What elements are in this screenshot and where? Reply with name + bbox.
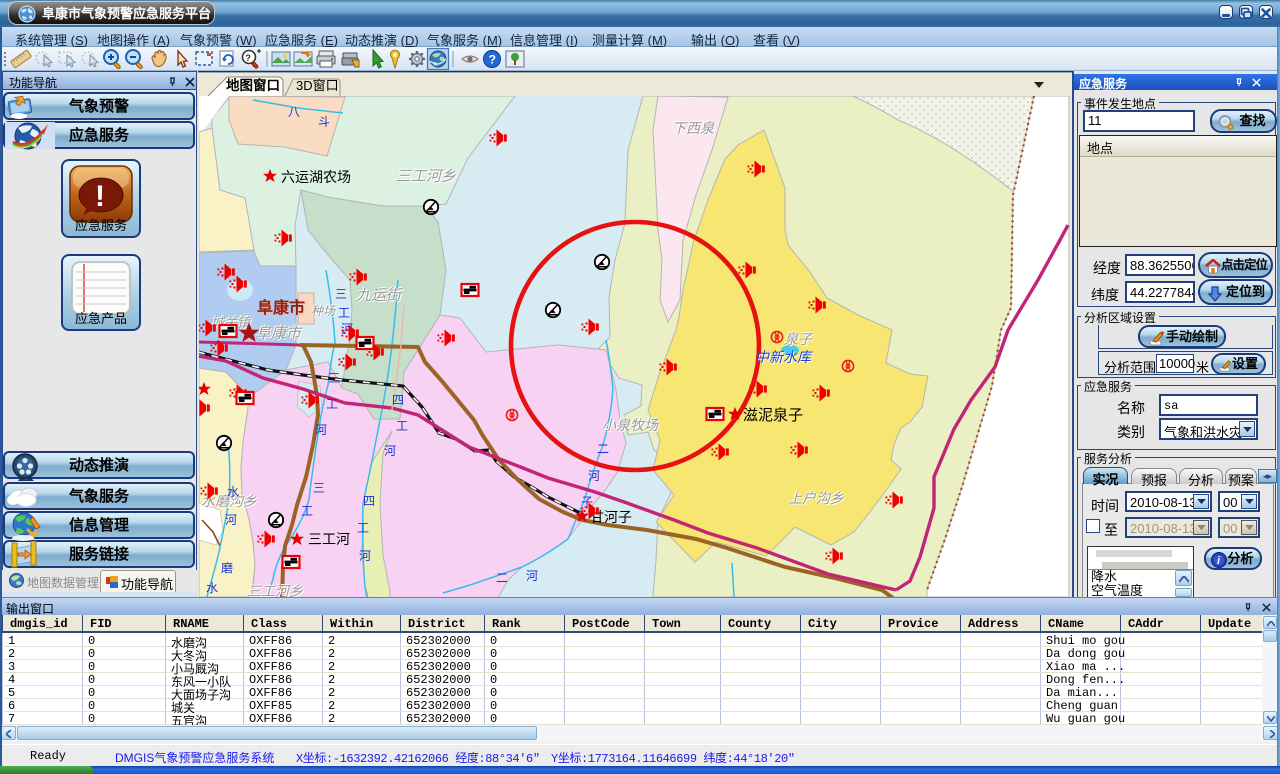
svg-text:阜康市: 阜康市 [257,298,305,317]
svg-text:工: 工 [338,306,350,320]
svg-text:斗: 斗 [318,115,330,129]
svg-text:水: 水 [206,581,218,595]
svg-text:小泉牧场: 小泉牧场 [602,417,659,433]
svg-text:工: 工 [396,419,408,433]
svg-text:河: 河 [225,513,237,527]
svg-text:三: 三 [328,371,340,385]
svg-text:水: 水 [227,485,239,499]
svg-text:3D窗口: 3D窗口 [296,78,339,93]
svg-text:九运街: 九运街 [356,287,404,304]
svg-text:河: 河 [384,444,396,458]
svg-text:三工河乡: 三工河乡 [396,168,456,185]
svg-text:滋泥泉子: 滋泥泉子 [743,407,803,424]
svg-text:种场: 种场 [311,304,336,318]
svg-text:三: 三 [335,287,347,301]
svg-text:工: 工 [301,504,313,518]
svg-text:?: ? [245,53,251,63]
svg-text:阜康市: 阜康市 [256,325,303,342]
svg-text:河: 河 [359,549,371,563]
svg-text:三工河: 三工河 [308,531,350,547]
svg-text:二: 二 [496,571,508,585]
svg-text:河: 河 [588,469,600,483]
svg-text:河: 河 [315,423,327,437]
svg-text:八: 八 [288,105,300,119]
svg-text:四: 四 [363,494,375,508]
svg-text:!: ! [95,180,105,213]
svg-text:四: 四 [392,393,404,407]
svg-text:工: 工 [326,397,338,411]
svg-text:下西泉: 下西泉 [672,120,715,136]
svg-text:磨: 磨 [221,561,233,575]
svg-text:三: 三 [313,481,325,495]
svg-text:六运湖农场: 六运湖农场 [281,169,351,185]
svg-text:上户沟乡: 上户沟乡 [788,490,844,506]
svg-text:河: 河 [526,569,538,583]
svg-text:三工河乡: 三工河乡 [247,583,303,597]
svg-text:中新水库: 中新水库 [755,349,813,365]
svg-text:地图窗口: 地图窗口 [226,77,280,93]
svg-text:工: 工 [357,521,369,535]
svg-text:?: ? [489,53,496,67]
svg-text:泉子: 泉子 [784,331,813,347]
svg-text:二: 二 [597,442,609,456]
